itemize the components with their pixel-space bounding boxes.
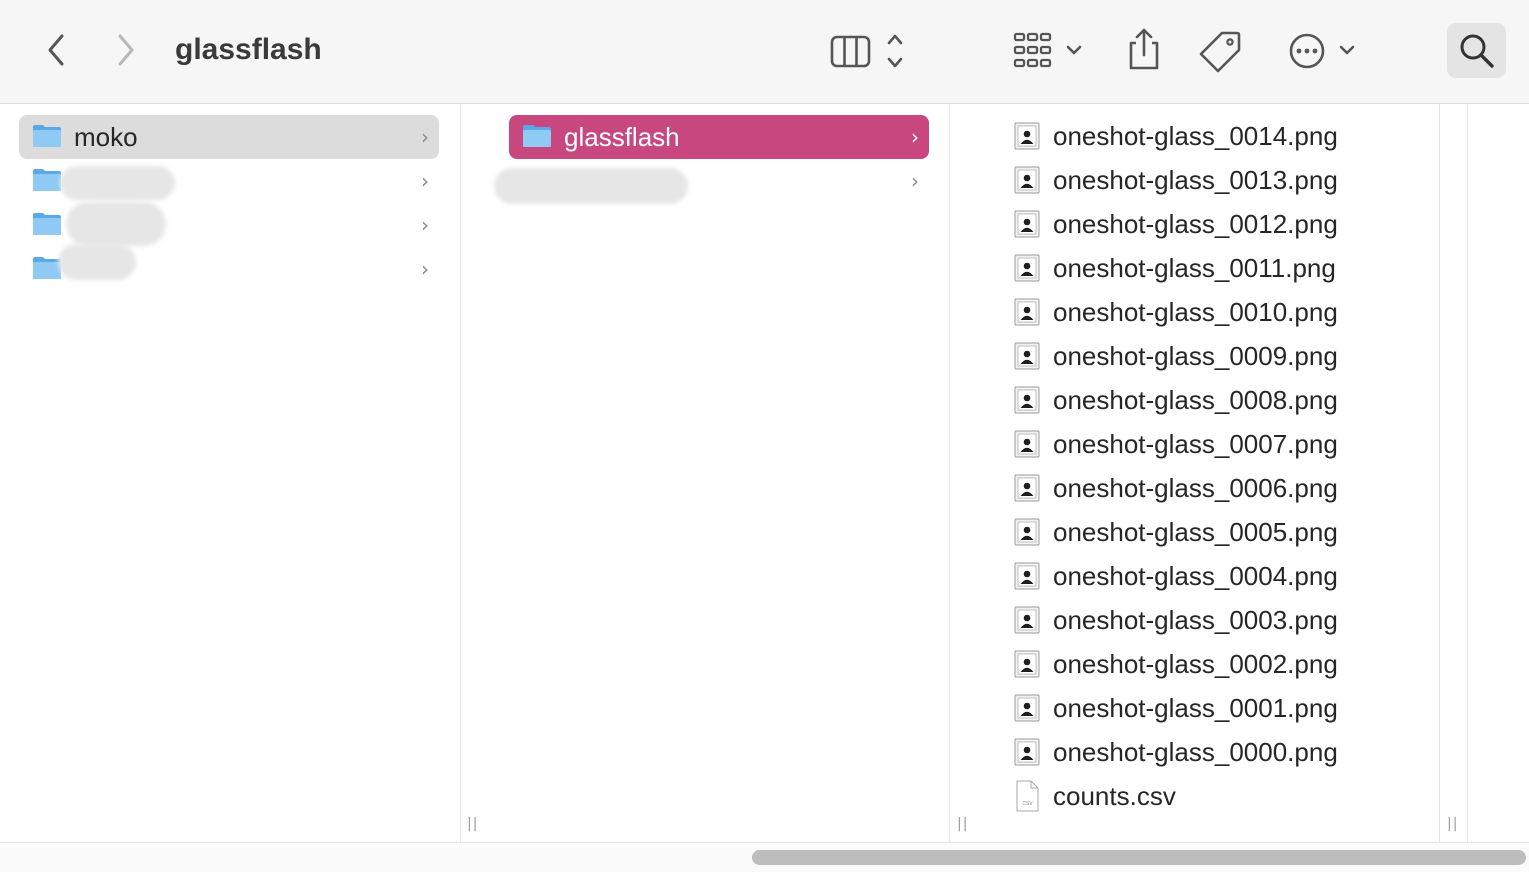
column-browser: moko › › › › || glassflash › › || || one… — [0, 104, 1529, 842]
file-name: oneshot-glass_0010.png — [1053, 297, 1338, 327]
image-file-icon — [1014, 606, 1040, 634]
group-button[interactable] — [1010, 30, 1090, 72]
file-name: oneshot-glass_0013.png — [1053, 165, 1338, 195]
image-file-icon — [1014, 518, 1040, 546]
image-file-icon — [1014, 474, 1040, 502]
file-row[interactable]: oneshot-glass_0004.png — [1010, 554, 1430, 598]
scrollbar-thumb[interactable] — [752, 850, 1526, 865]
file-row[interactable]: oneshot-glass_0007.png — [1010, 422, 1430, 466]
share-icon — [1129, 28, 1159, 70]
chevron-right-icon: › — [421, 169, 429, 193]
forward-button[interactable] — [106, 30, 146, 70]
folder-icon — [33, 169, 61, 191]
redacted-name — [58, 244, 136, 280]
column-divider[interactable] — [460, 104, 461, 842]
folder-name: moko — [74, 122, 138, 152]
file-name: oneshot-glass_0001.png — [1053, 693, 1338, 723]
file-row[interactable]: oneshot-glass_0014.png — [1010, 114, 1430, 158]
chevron-left-icon — [48, 34, 64, 66]
file-row[interactable]: oneshot-glass_0006.png — [1010, 466, 1430, 510]
folder-row-moko[interactable]: moko › — [19, 115, 439, 159]
file-name: oneshot-glass_0004.png — [1053, 561, 1338, 591]
image-file-icon — [1014, 166, 1040, 194]
redacted-name — [494, 168, 688, 204]
file-name: oneshot-glass_0006.png — [1053, 473, 1338, 503]
more-actions-button[interactable] — [1286, 28, 1360, 74]
file-name: oneshot-glass_0014.png — [1053, 121, 1338, 151]
search-button[interactable] — [1447, 23, 1506, 78]
folder-name: glassflash — [564, 122, 680, 152]
folder-icon — [33, 125, 61, 147]
image-file-icon — [1014, 122, 1040, 150]
image-file-icon — [1014, 298, 1040, 326]
file-row[interactable]: oneshot-glass_0010.png — [1010, 290, 1430, 334]
tag-icon — [1199, 31, 1241, 73]
file-name: oneshot-glass_0012.png — [1053, 209, 1338, 239]
file-name: oneshot-glass_0000.png — [1053, 737, 1338, 767]
csv-badge: CSV — [1022, 801, 1033, 807]
folder-icon — [523, 125, 551, 147]
file-row[interactable]: oneshot-glass_0012.png — [1010, 202, 1430, 246]
column-resize-handle[interactable]: || — [467, 816, 478, 832]
chevron-right-icon: › — [911, 125, 919, 149]
file-row[interactable]: oneshot-glass_0005.png — [1010, 510, 1430, 554]
file-row[interactable]: oneshot-glass_0013.png — [1010, 158, 1430, 202]
column-divider[interactable] — [1439, 104, 1440, 842]
image-file-icon — [1014, 562, 1040, 590]
column-2: glassflash › › — [488, 104, 949, 842]
share-button[interactable] — [1122, 26, 1166, 74]
column-resize-handle[interactable]: || — [957, 816, 968, 832]
column-view-icon — [830, 34, 903, 68]
grid-group-icon — [1013, 32, 1082, 68]
image-file-icon — [1014, 738, 1040, 766]
file-name: oneshot-glass_0002.png — [1053, 649, 1338, 679]
redacted-name — [66, 202, 166, 246]
toolbar: glassflash — [0, 0, 1529, 104]
file-name: oneshot-glass_0011.png — [1053, 253, 1336, 283]
ellipsis-circle-icon — [1289, 33, 1355, 69]
file-name: oneshot-glass_0007.png — [1053, 429, 1338, 459]
image-file-icon — [1014, 210, 1040, 238]
image-file-icon — [1014, 386, 1040, 414]
csv-file-icon: CSV — [1016, 780, 1039, 812]
file-row[interactable]: oneshot-glass_0000.png — [1010, 730, 1430, 774]
column-resize-handle[interactable]: || — [1447, 816, 1458, 832]
file-name: oneshot-glass_0008.png — [1053, 385, 1338, 415]
image-file-icon — [1014, 254, 1040, 282]
chevron-right-icon: › — [421, 257, 429, 281]
file-row[interactable]: oneshot-glass_0008.png — [1010, 378, 1430, 422]
column-divider[interactable] — [949, 104, 950, 842]
image-file-icon — [1014, 430, 1040, 458]
chevron-right-icon — [118, 34, 134, 66]
tag-button[interactable] — [1198, 28, 1244, 74]
file-row[interactable]: CSV counts.csv — [1010, 774, 1430, 818]
image-file-icon — [1014, 694, 1040, 722]
file-name: oneshot-glass_0009.png — [1053, 341, 1338, 371]
file-row[interactable]: oneshot-glass_0003.png — [1010, 598, 1430, 642]
search-icon — [1460, 34, 1494, 68]
file-row[interactable]: oneshot-glass_0002.png — [1010, 642, 1430, 686]
horizontal-scrollbar[interactable] — [0, 842, 1529, 872]
chevron-right-icon: › — [911, 169, 919, 193]
column-1: moko › › › › — [0, 104, 460, 842]
back-button[interactable] — [36, 30, 76, 70]
file-name: oneshot-glass_0003.png — [1053, 605, 1338, 635]
column-divider[interactable] — [1467, 104, 1468, 842]
file-row[interactable]: oneshot-glass_0009.png — [1010, 334, 1430, 378]
file-row[interactable]: oneshot-glass_0001.png — [1010, 686, 1430, 730]
file-row[interactable]: oneshot-glass_0011.png — [1010, 246, 1430, 290]
view-mode-button[interactable] — [828, 30, 912, 72]
image-file-icon — [1014, 342, 1040, 370]
window-title: glassflash — [175, 33, 322, 66]
chevron-right-icon: › — [421, 213, 429, 237]
folder-row-glassflash[interactable]: glassflash › — [509, 115, 929, 159]
redacted-name — [60, 166, 175, 200]
image-file-icon — [1014, 650, 1040, 678]
file-name: oneshot-glass_0005.png — [1053, 517, 1338, 547]
folder-icon — [33, 213, 61, 235]
chevron-right-icon: › — [421, 125, 429, 149]
file-name: counts.csv — [1053, 781, 1176, 811]
